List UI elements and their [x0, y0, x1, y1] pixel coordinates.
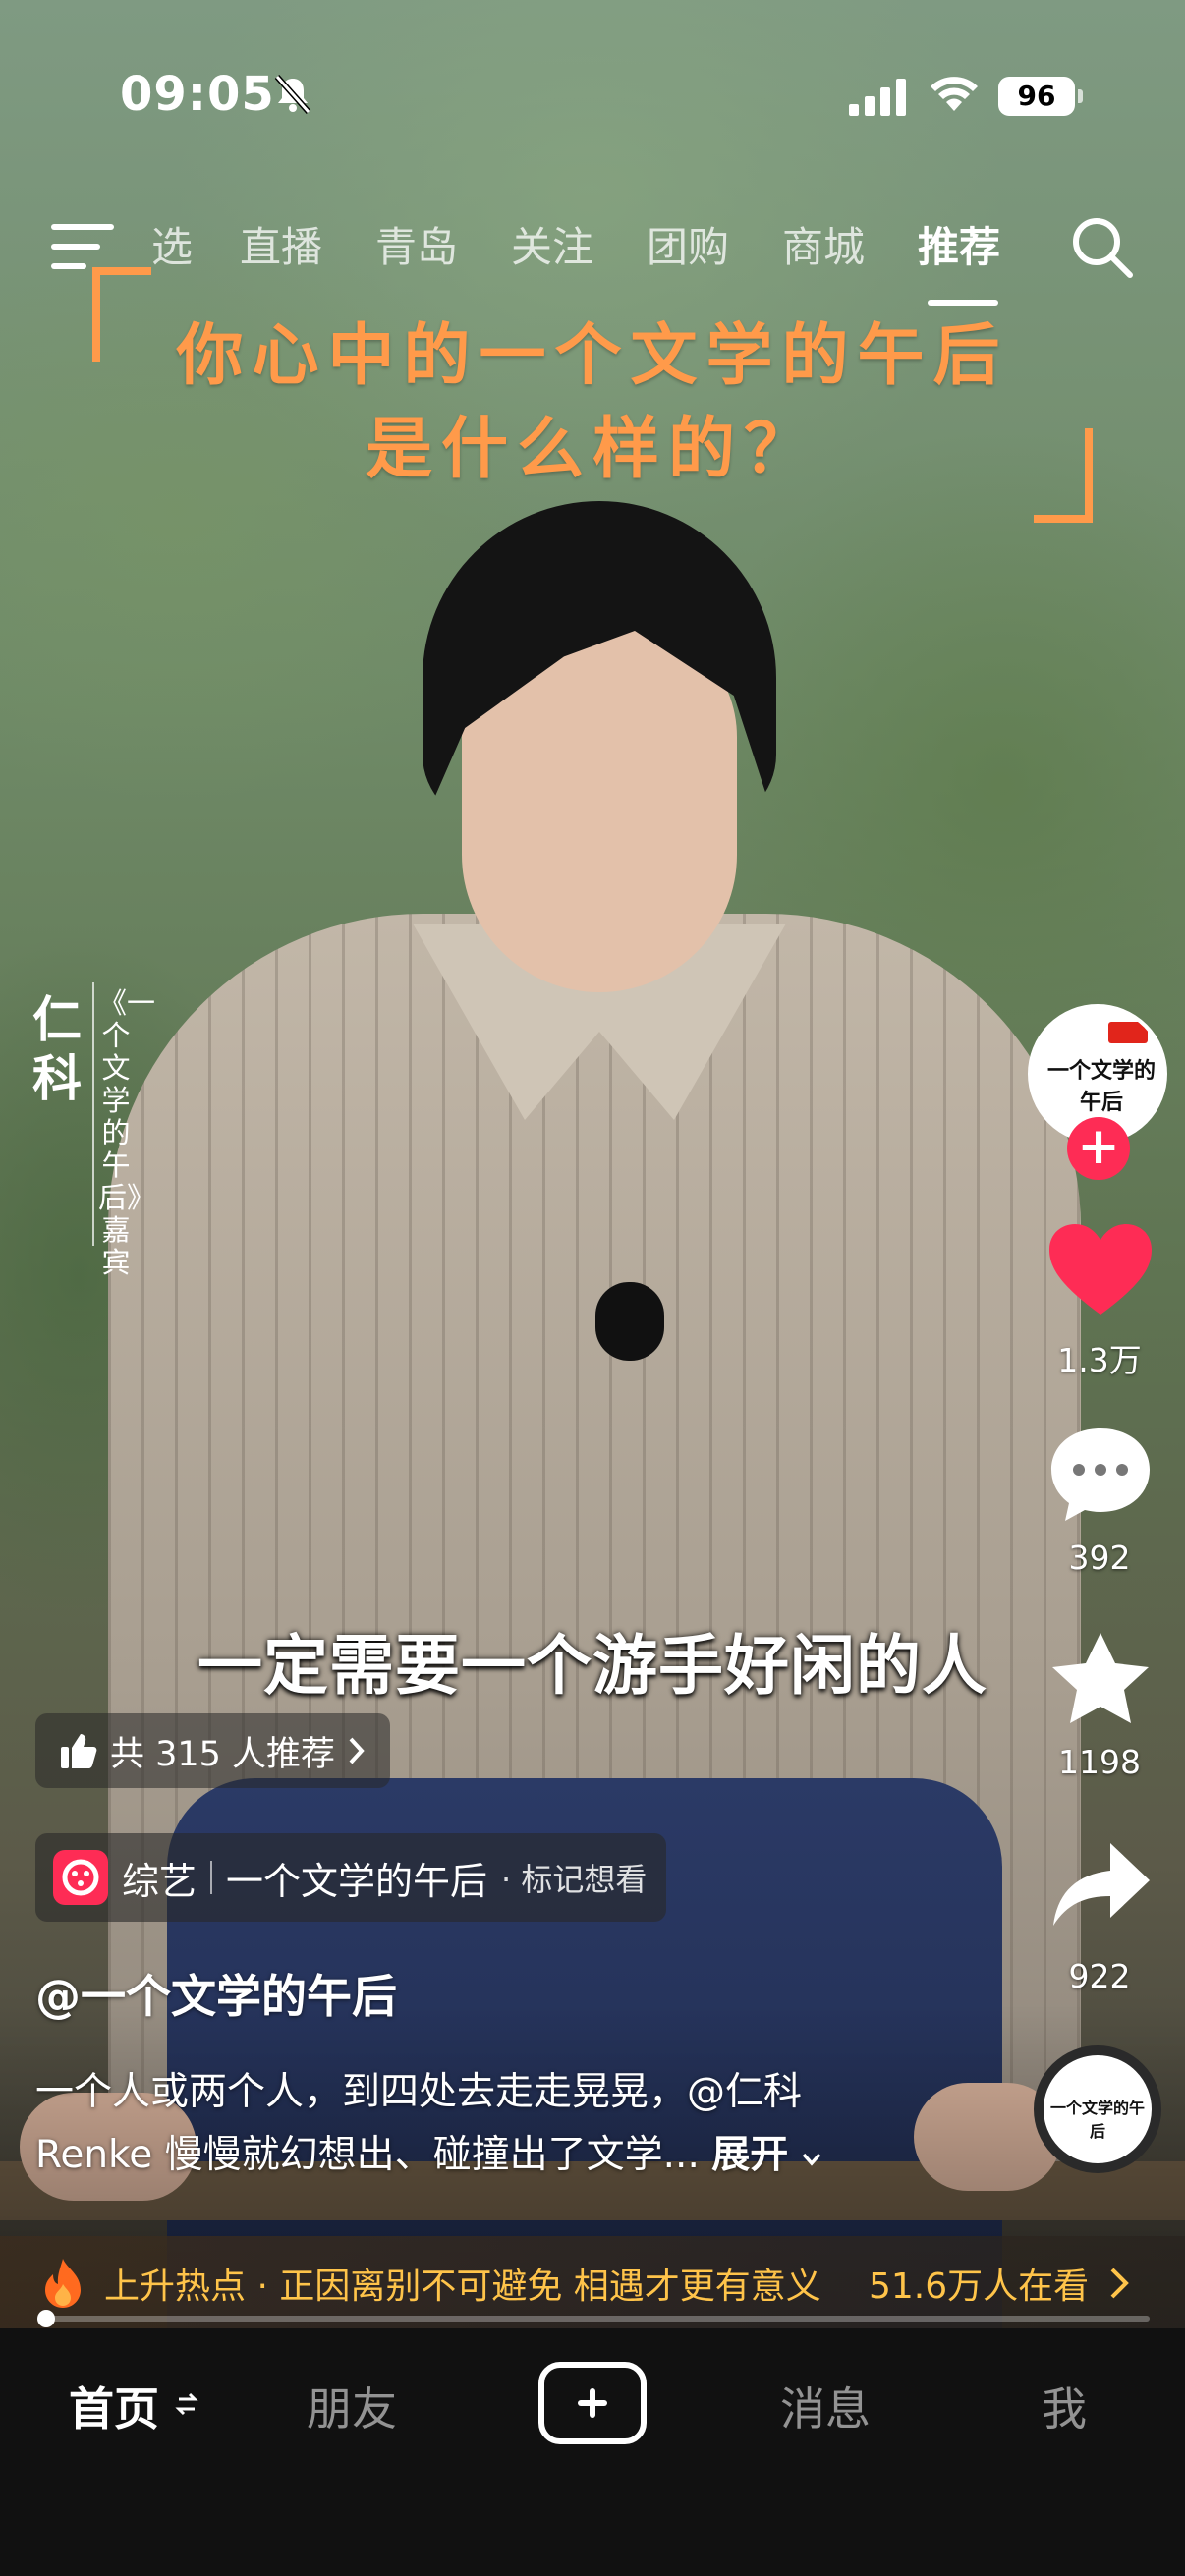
comment-icon[interactable]	[1044, 1423, 1157, 1525]
like-count: 1.3万	[1057, 1341, 1142, 1379]
tab-city[interactable]: 青岛	[375, 218, 458, 277]
share-count: 922	[1068, 1957, 1131, 1995]
trending-title: 上升热点 · 正因离别不可避免 相遇才更有意义	[104, 2267, 821, 2307]
wifi-icon	[931, 77, 978, 111]
tab-following[interactable]: 关注	[511, 218, 593, 277]
author-name[interactable]: @一个文学的午后	[35, 1961, 397, 2026]
guest-divider	[92, 982, 94, 1246]
heart-icon[interactable]	[1044, 1218, 1157, 1320]
cellular-signal-icon	[849, 79, 906, 116]
tag-title: 一个文学的午后	[226, 1859, 488, 1903]
video-headline: 你心中的一个文学的午后 是什么样的？	[108, 309, 1077, 496]
desc-line-2: Renke 慢慢就幻想出、碰撞出了文学...	[35, 2133, 700, 2177]
tab-group-buy[interactable]: 团购	[647, 218, 729, 277]
tab-live[interactable]: 直播	[240, 218, 322, 277]
share-icon[interactable]	[1044, 1835, 1157, 1937]
active-tab-indicator	[928, 300, 998, 306]
tag-separator	[210, 1861, 213, 1894]
fire-icon	[45, 2259, 81, 2308]
avatar-logo-text: 一个文学的午后	[1046, 1058, 1156, 1115]
tab-messages[interactable]: 消息	[780, 2374, 871, 2438]
tab-mall[interactable]: 商城	[782, 218, 865, 277]
status-time: 09:05	[120, 67, 275, 122]
recommend-pill[interactable]: 共 315 人推荐	[35, 1713, 391, 1788]
desc-line-1: 一个人或两个人，到四处去走走晃晃，@仁科	[35, 2070, 803, 2114]
favorite-count: 1198	[1058, 1743, 1141, 1781]
avatar-badge	[1108, 1022, 1148, 1043]
variety-show-icon	[53, 1850, 108, 1905]
mark-want-watch[interactable]: · 标记想看	[501, 1855, 647, 1900]
tab-home[interactable]: 首页	[69, 2374, 159, 2438]
guest-role-vertical: 《一个文学的午后》嘉宾	[98, 986, 156, 1279]
music-disc[interactable]: 一个文学的午后	[1034, 2045, 1161, 2173]
chevron-down-icon	[802, 2153, 820, 2166]
tab-friends[interactable]: 朋友	[307, 2374, 397, 2438]
tag-category: 综艺	[122, 1859, 198, 1903]
tab-recommend[interactable]: 推荐	[918, 218, 1000, 277]
tab-me[interactable]: 我	[1042, 2374, 1087, 2438]
follow-button[interactable]: +	[1067, 1117, 1130, 1180]
battery-indicator: 96	[998, 77, 1083, 116]
bell-muted-icon	[274, 75, 311, 114]
chevron-right-icon	[349, 1737, 365, 1764]
music-disc-label: 一个文学的午后	[1049, 2099, 1145, 2141]
headline-line-2: 是什么样的？	[365, 411, 819, 488]
thumbs-up-icon	[61, 1734, 97, 1768]
video-description[interactable]: 一个人或两个人，到四处去走走晃晃，@仁科 Renke 慢慢就幻想出、碰撞出了文学…	[35, 2061, 900, 2187]
menu-icon[interactable]	[51, 222, 114, 271]
star-icon[interactable]	[1044, 1627, 1157, 1729]
comment-count: 392	[1068, 1539, 1131, 1577]
expand-link[interactable]: 展开	[711, 2133, 788, 2177]
chevron-right-icon	[1110, 2268, 1130, 2299]
trending-viewers: 51.6万人在看	[869, 2267, 1090, 2307]
video-lapel-mic	[595, 1282, 664, 1361]
tab-select[interactable]: 选	[151, 218, 193, 277]
headline-line-1: 你心中的一个文学的午后	[176, 317, 1009, 395]
create-button[interactable]	[538, 2362, 647, 2444]
video-subtitle: 一定需要一个游手好闲的人	[198, 1628, 988, 1704]
search-icon[interactable]	[1069, 214, 1134, 279]
progress-knob[interactable]	[37, 2310, 55, 2327]
bottom-tab-bar: 首页 朋友 消息 我	[0, 2328, 1185, 2576]
swap-icon[interactable]	[175, 2390, 198, 2418]
guest-name-vertical: 仁科	[32, 991, 82, 1107]
video-progress-bar[interactable]	[37, 2310, 1150, 2327]
recommend-text: 共 315 人推荐	[110, 1734, 336, 1774]
show-tag-pill[interactable]: 综艺 一个文学的午后 · 标记想看	[35, 1833, 667, 1922]
